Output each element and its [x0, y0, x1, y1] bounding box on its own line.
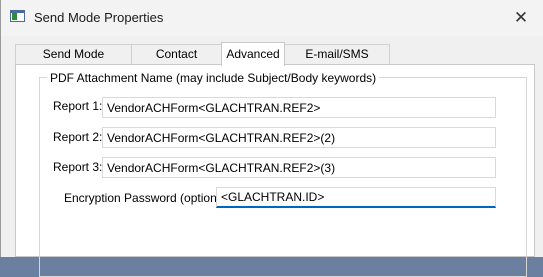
tab-contact-priorities[interactable]: Contact Priorities [131, 44, 222, 80]
report-3-field[interactable] [102, 157, 496, 178]
report-1-field[interactable] [102, 97, 496, 118]
close-button[interactable]: ✕ [499, 0, 543, 36]
tab-send-mode-properties[interactable]: Send Mode Properties [15, 44, 132, 80]
advanced-tab-panel: PDF Attachment Name (may include Subject… [15, 64, 535, 277]
tab-email-sms-settings[interactable]: E-mail/SMS Settings [284, 44, 390, 80]
report-2-label: Report 2: [53, 130, 103, 144]
send-mode-properties-window: Send Mode Properties ✕ Send Mode Propert… [0, 0, 543, 277]
pdf-attachment-group-label: PDF Attachment Name (may include Subject… [47, 71, 380, 85]
app-window-icon [10, 10, 25, 22]
report-2-field[interactable] [102, 127, 496, 148]
encryption-password-label: Encryption Password (optional): [64, 191, 234, 205]
pdf-attachment-groupbox: PDF Attachment Name (may include Subject… [39, 71, 527, 277]
close-icon: ✕ [513, 8, 529, 27]
title-bar: Send Mode Properties ✕ [1, 0, 543, 36]
report-1-label: Report 1: [53, 99, 103, 113]
encryption-password-field[interactable] [216, 187, 496, 208]
window-title: Send Mode Properties [34, 10, 164, 25]
tab-advanced[interactable]: Advanced [221, 42, 285, 66]
report-3-label: Report 3: [53, 160, 103, 174]
